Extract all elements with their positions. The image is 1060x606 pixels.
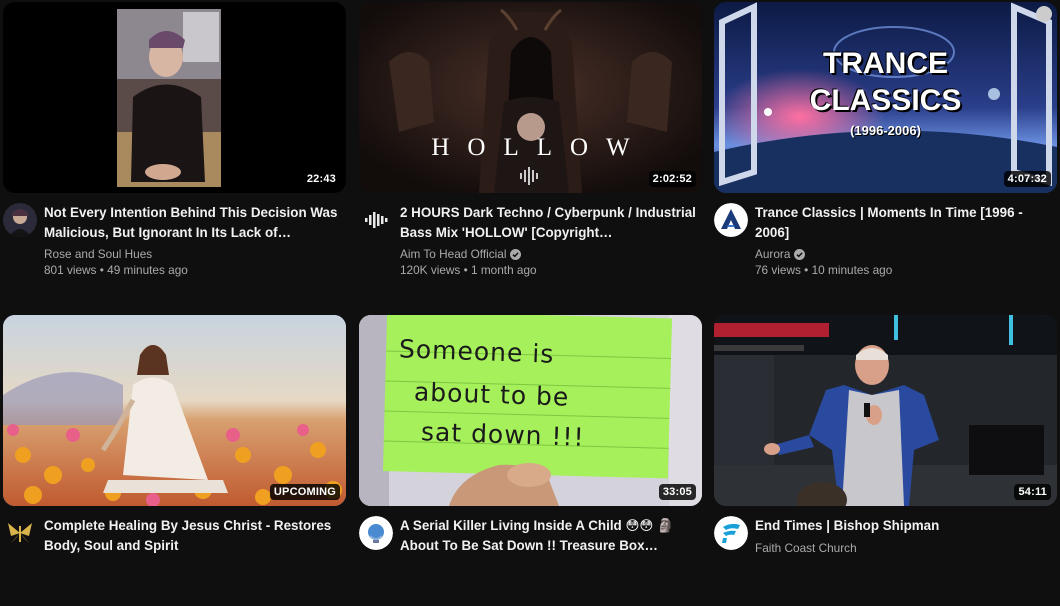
- waveform-icon: [359, 203, 393, 237]
- channel-name[interactable]: Rose and Soul Hues: [44, 246, 340, 262]
- thumbnail-image: [117, 9, 221, 187]
- video-title[interactable]: Complete Healing By Jesus Christ - Resto…: [44, 516, 340, 555]
- channel-name[interactable]: Faith Coast Church: [755, 540, 1051, 556]
- channel-avatar[interactable]: [3, 516, 37, 550]
- video-card[interactable]: HOLLOW 2:02:52 2 HOURS Dark Techno / Cyb…: [359, 2, 702, 293]
- verified-badge-icon: [510, 248, 522, 260]
- thumbnail-image: [714, 315, 1057, 506]
- video-thumbnail[interactable]: HOLLOW 2:02:52: [359, 2, 702, 193]
- view-count: 120K views: [400, 263, 461, 277]
- thumbnail-image: [359, 2, 702, 193]
- video-thumbnail[interactable]: TRANCE CLASSICS (1996-2006) 4:07:32: [714, 2, 1057, 193]
- duration-badge: 54:11: [1014, 484, 1051, 500]
- aurora-a-logo-icon: [714, 203, 748, 237]
- video-stats: 76 views • 10 minutes ago: [755, 263, 893, 277]
- channel-name-text[interactable]: Rose and Soul Hues: [44, 246, 152, 262]
- globe-emblem-icon: [359, 516, 393, 550]
- thumbnail-headline-1: TRANCE: [823, 47, 948, 80]
- thumbnail-image: [3, 315, 346, 506]
- channel-avatar[interactable]: [359, 516, 393, 550]
- channel-avatar[interactable]: [714, 203, 748, 237]
- channel-avatar[interactable]: [714, 516, 748, 550]
- channel-name-text[interactable]: Faith Coast Church: [755, 540, 857, 556]
- video-thumbnail[interactable]: Someone is about to be sat down !!! 33:0…: [359, 315, 702, 506]
- duration-badge: 4:07:32: [1003, 171, 1051, 187]
- note-line-2: about to be: [413, 377, 570, 412]
- faith-coast-logo-icon: [714, 516, 748, 550]
- video-card[interactable]: 54:11 End Times | Bishop Shipman Faith C…: [714, 315, 1057, 606]
- thumbnail-subtitle: (1996-2006): [850, 123, 921, 138]
- view-count: 76 views: [755, 263, 801, 277]
- video-card[interactable]: 22:43 Not Every Intention Behind This De…: [3, 2, 346, 293]
- butterfly-emblem-icon: [3, 516, 37, 550]
- video-thumbnail[interactable]: UPCOMING: [3, 315, 346, 506]
- video-card[interactable]: TRANCE CLASSICS (1996-2006) 4:07:32 Tran…: [714, 2, 1057, 293]
- thumbnail-headline-2: CLASSICS: [809, 84, 962, 117]
- note-line-1: Someone is: [398, 334, 555, 369]
- duration-badge: 22:43: [302, 171, 340, 187]
- video-title[interactable]: Trance Classics | Moments In Time [1996 …: [755, 203, 1051, 242]
- verified-badge-icon: [794, 248, 806, 260]
- view-count: 801 views: [44, 263, 97, 277]
- video-thumbnail[interactable]: 54:11: [714, 315, 1057, 506]
- video-thumbnail[interactable]: 22:43: [3, 2, 346, 193]
- channel-name-text[interactable]: Aurora: [755, 246, 790, 262]
- video-stats: 120K views • 1 month ago: [400, 263, 537, 277]
- channel-name-text[interactable]: Aim To Head Official: [400, 246, 506, 262]
- upload-age: 49 minutes ago: [107, 263, 188, 277]
- person-avatar-icon: [3, 203, 37, 237]
- upcoming-badge: UPCOMING: [269, 484, 340, 500]
- channel-name[interactable]: Aurora: [755, 246, 1051, 262]
- video-title[interactable]: 2 HOURS Dark Techno / Cyberpunk / Indust…: [400, 203, 696, 242]
- thumbnail-title-text: HOLLOW: [431, 134, 648, 161]
- video-card[interactable]: UPCOMING Complete Healing By Jesus Chris…: [3, 315, 346, 606]
- video-stats: 801 views • 49 minutes ago: [44, 263, 188, 277]
- upload-age: 10 minutes ago: [811, 263, 893, 277]
- duration-badge: 2:02:52: [648, 171, 696, 187]
- duration-badge: 33:05: [658, 484, 696, 500]
- channel-avatar[interactable]: [359, 203, 393, 237]
- note-line-3: sat down !!!: [420, 417, 586, 452]
- channel-name[interactable]: Aim To Head Official: [400, 246, 696, 262]
- channel-avatar[interactable]: [3, 203, 37, 237]
- video-title[interactable]: A Serial Killer Living Inside A Child 😳😳…: [400, 516, 696, 555]
- video-card[interactable]: Someone is about to be sat down !!! 33:0…: [359, 315, 702, 606]
- upload-age: 1 month ago: [471, 263, 537, 277]
- video-title[interactable]: Not Every Intention Behind This Decision…: [44, 203, 340, 242]
- video-title[interactable]: End Times | Bishop Shipman: [755, 516, 1051, 536]
